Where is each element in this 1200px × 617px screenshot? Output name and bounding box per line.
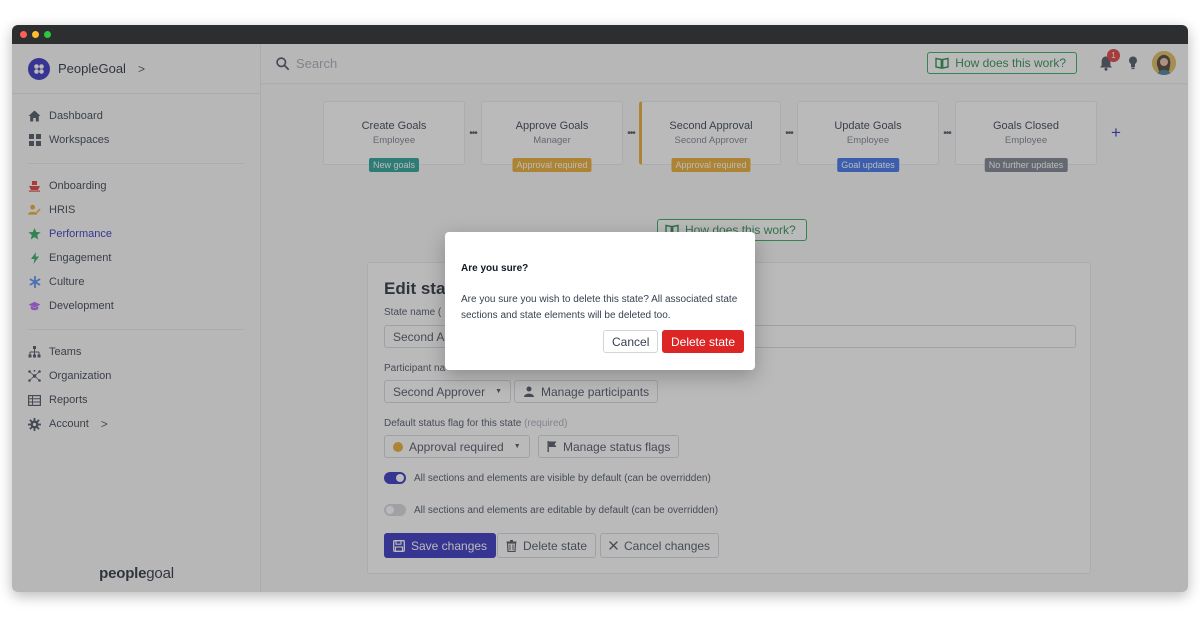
minimize-window-button[interactable] (32, 31, 39, 38)
confirm-delete-dialog: Are you sure? Are you sure you wish to d… (445, 232, 755, 370)
window-titlebar (12, 25, 1188, 44)
dialog-message: Are you sure you wish to delete this sta… (461, 294, 738, 321)
close-window-button[interactable] (20, 31, 27, 38)
dialog-cancel-button[interactable]: Cancel (603, 330, 659, 353)
app-window: PeopleGoal > Dashboard Workspaces Onboar… (12, 25, 1188, 592)
maximize-window-button[interactable] (44, 31, 51, 38)
dialog-delete-state-button[interactable]: Delete state (662, 330, 745, 353)
dialog-title: Are you sure? (461, 263, 529, 274)
